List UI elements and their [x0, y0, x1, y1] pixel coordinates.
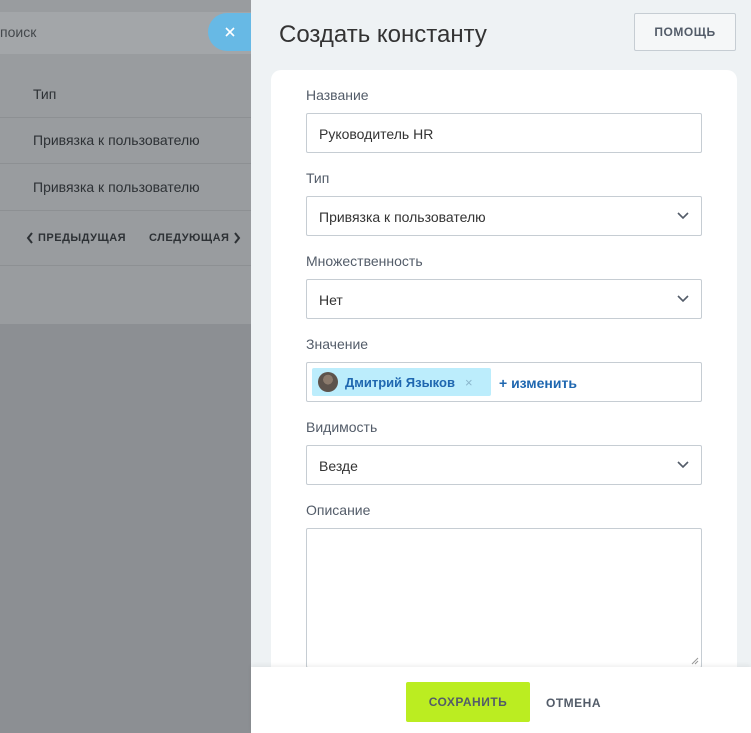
change-user-link[interactable]: + изменить	[499, 375, 577, 391]
type-select-value: Привязка к пользователю	[319, 209, 486, 225]
prev-page-label: ПРЕДЫДУЩАЯ	[38, 232, 127, 244]
description-textarea[interactable]	[306, 528, 702, 668]
background-page: поиск Тип Привязка к пользователю Привяз…	[0, 0, 251, 733]
create-constant-panel: Создать константу ПОМОЩЬ Название Руково…	[251, 0, 751, 733]
multiple-select[interactable]: Нет	[306, 279, 702, 319]
prev-page-button[interactable]: ПРЕДЫДУЩАЯ	[26, 232, 126, 244]
list-item: Привязка к пользователю	[0, 118, 251, 164]
page-title: Создать константу	[279, 21, 487, 48]
name-label: Название	[306, 87, 369, 103]
user-tag: Дмитрий Языков ×	[312, 368, 491, 396]
list-item-label: Тип	[33, 86, 57, 102]
name-field-value: Руководитель HR	[319, 126, 434, 142]
multiple-select-value: Нет	[319, 292, 343, 308]
form-footer: СОХРАНИТЬ ОТМЕНА	[251, 667, 751, 733]
value-user-selector[interactable]: Дмитрий Языков × + изменить	[306, 362, 702, 402]
form-card: Название Руководитель HR Тип Привязка к …	[271, 70, 737, 670]
help-button[interactable]: ПОМОЩЬ	[634, 13, 736, 51]
pagination: ПРЕДЫДУЩАЯ СЛЕДУЮЩАЯ	[0, 212, 251, 266]
chevron-down-icon	[677, 295, 689, 303]
visibility-select-value: Везде	[319, 458, 358, 474]
list-item-label: Привязка к пользователю	[33, 132, 200, 148]
chevron-left-icon	[26, 232, 33, 244]
save-button[interactable]: СОХРАНИТЬ	[406, 682, 530, 722]
list-item: Привязка к пользователю	[0, 165, 251, 211]
next-page-label: СЛЕДУЮЩАЯ	[149, 232, 230, 244]
close-icon	[225, 27, 235, 37]
type-label: Тип	[306, 170, 330, 186]
list-item-label: Привязка к пользователю	[33, 179, 200, 195]
chevron-down-icon	[677, 461, 689, 469]
chevron-down-icon	[677, 212, 689, 220]
name-field[interactable]: Руководитель HR	[306, 113, 702, 153]
list-item: Тип	[0, 72, 251, 118]
user-tag-name: Дмитрий Языков	[345, 374, 455, 390]
description-label: Описание	[306, 502, 371, 518]
search-placeholder: поиск	[0, 24, 37, 40]
remove-user-icon[interactable]: ×	[465, 375, 473, 390]
type-select[interactable]: Привязка к пользователю	[306, 196, 702, 236]
visibility-select[interactable]: Везде	[306, 445, 702, 485]
avatar	[318, 372, 338, 392]
next-page-button[interactable]: СЛЕДУЮЩАЯ	[149, 232, 241, 244]
value-label: Значение	[306, 336, 369, 352]
cancel-button[interactable]: ОТМЕНА	[546, 696, 601, 710]
visibility-label: Видимость	[306, 419, 378, 435]
multiple-label: Множественность	[306, 253, 423, 269]
chevron-right-icon	[234, 232, 241, 244]
resize-handle-icon[interactable]	[690, 656, 699, 665]
